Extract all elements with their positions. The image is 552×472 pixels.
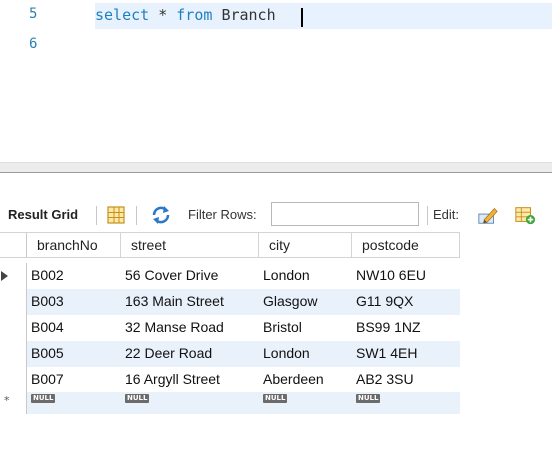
filter-rows-label: Filter Rows:	[188, 207, 257, 222]
result-grid-tab[interactable]: Result Grid	[8, 207, 78, 222]
grid-cell[interactable]: 56 Cover Drive	[121, 263, 259, 289]
grid-header-row: branchNo street city postcode	[0, 232, 460, 258]
grid-cell[interactable]: AB2 3SU	[352, 367, 460, 393]
grid-cell[interactable]: B007	[27, 367, 121, 393]
grid-cell[interactable]: NULL	[259, 392, 352, 414]
toolbar-divider	[427, 206, 428, 225]
toolbar-divider	[96, 206, 97, 225]
grid-cell[interactable]: 163 Main Street	[121, 289, 259, 315]
edit-label: Edit:	[433, 207, 460, 222]
table-row[interactable]: B007 16 Argyll Street Aberdeen AB2 3SU	[0, 367, 460, 393]
column-header[interactable]: postcode	[352, 233, 460, 257]
table-row[interactable]: B004 32 Manse Road Bristol BS99 1NZ	[0, 315, 460, 341]
line-number: 5	[29, 6, 38, 22]
row-gutter[interactable]: *	[0, 392, 27, 414]
null-badge: NULL	[263, 394, 288, 403]
grid-cell[interactable]: B005	[27, 341, 121, 367]
row-gutter[interactable]	[0, 315, 27, 341]
panel-splitter[interactable]	[0, 162, 552, 173]
editor-line-6[interactable]: 6	[0, 33, 552, 59]
grid-cell[interactable]: SW1 4EH	[352, 341, 460, 367]
refresh-arrows-icon[interactable]	[150, 204, 172, 226]
column-header[interactable]: street	[121, 233, 259, 257]
sql-star: *	[149, 6, 177, 24]
row-gutter	[0, 233, 27, 257]
row-gutter[interactable]	[0, 341, 27, 367]
grid-cell[interactable]: Glasgow	[259, 289, 352, 315]
sql-statement[interactable]: select * from Branch	[95, 6, 276, 24]
grid-cell[interactable]: BS99 1NZ	[352, 315, 460, 341]
row-gutter[interactable]	[0, 289, 27, 315]
row-gutter[interactable]	[0, 263, 27, 289]
new-row[interactable]: * NULL NULL NULL NULL	[0, 392, 460, 414]
null-badge: NULL	[125, 394, 150, 403]
grid-cell[interactable]: B004	[27, 315, 121, 341]
null-badge: NULL	[356, 394, 381, 403]
grid-cell[interactable]: NULL	[27, 392, 121, 414]
column-header[interactable]: branchNo	[27, 233, 121, 257]
null-badge: NULL	[31, 394, 56, 403]
result-toolbar: Result Grid Filter Rows: Edit:	[0, 198, 552, 232]
line-number: 6	[29, 36, 38, 52]
grid-cell[interactable]: London	[259, 341, 352, 367]
keyword-from: from	[176, 6, 213, 24]
grid-cell[interactable]: 22 Deer Road	[121, 341, 259, 367]
grid-cell[interactable]: 16 Argyll Street	[121, 367, 259, 393]
grid-cell[interactable]: NULL	[121, 392, 259, 414]
pencil-edit-icon[interactable]	[477, 204, 499, 226]
grid-cell[interactable]: London	[259, 263, 352, 289]
table-row[interactable]: B002 56 Cover Drive London NW10 6EU	[0, 263, 460, 289]
table-row[interactable]: B003 163 Main Street Glasgow G11 9QX	[0, 289, 460, 315]
add-row-icon[interactable]	[514, 204, 536, 226]
text-caret	[301, 8, 303, 27]
grid-cell[interactable]: G11 9QX	[352, 289, 460, 315]
grid-layout-icon[interactable]	[105, 204, 127, 226]
table-row[interactable]: B005 22 Deer Road London SW1 4EH	[0, 341, 460, 367]
grid-cell[interactable]: B002	[27, 263, 121, 289]
grid-cell[interactable]: Bristol	[259, 315, 352, 341]
editor-line-5[interactable]: 5 select * from Branch	[0, 3, 552, 29]
column-header[interactable]: city	[259, 233, 352, 257]
grid-cell[interactable]: NW10 6EU	[352, 263, 460, 289]
new-row-marker: *	[4, 394, 10, 407]
grid-cell[interactable]: NULL	[352, 392, 460, 414]
row-pointer-icon	[1, 271, 8, 281]
grid-cell[interactable]: B003	[27, 289, 121, 315]
grid-cell[interactable]: Aberdeen	[259, 367, 352, 393]
sql-editor[interactable]: 5 select * from Branch 6	[0, 0, 552, 162]
keyword-select: select	[95, 6, 150, 24]
toolbar-divider	[136, 206, 137, 225]
filter-rows-input[interactable]	[271, 202, 419, 226]
row-gutter[interactable]	[0, 367, 27, 393]
grid-cell[interactable]: 32 Manse Road	[121, 315, 259, 341]
table-identifier: Branch	[221, 6, 276, 24]
